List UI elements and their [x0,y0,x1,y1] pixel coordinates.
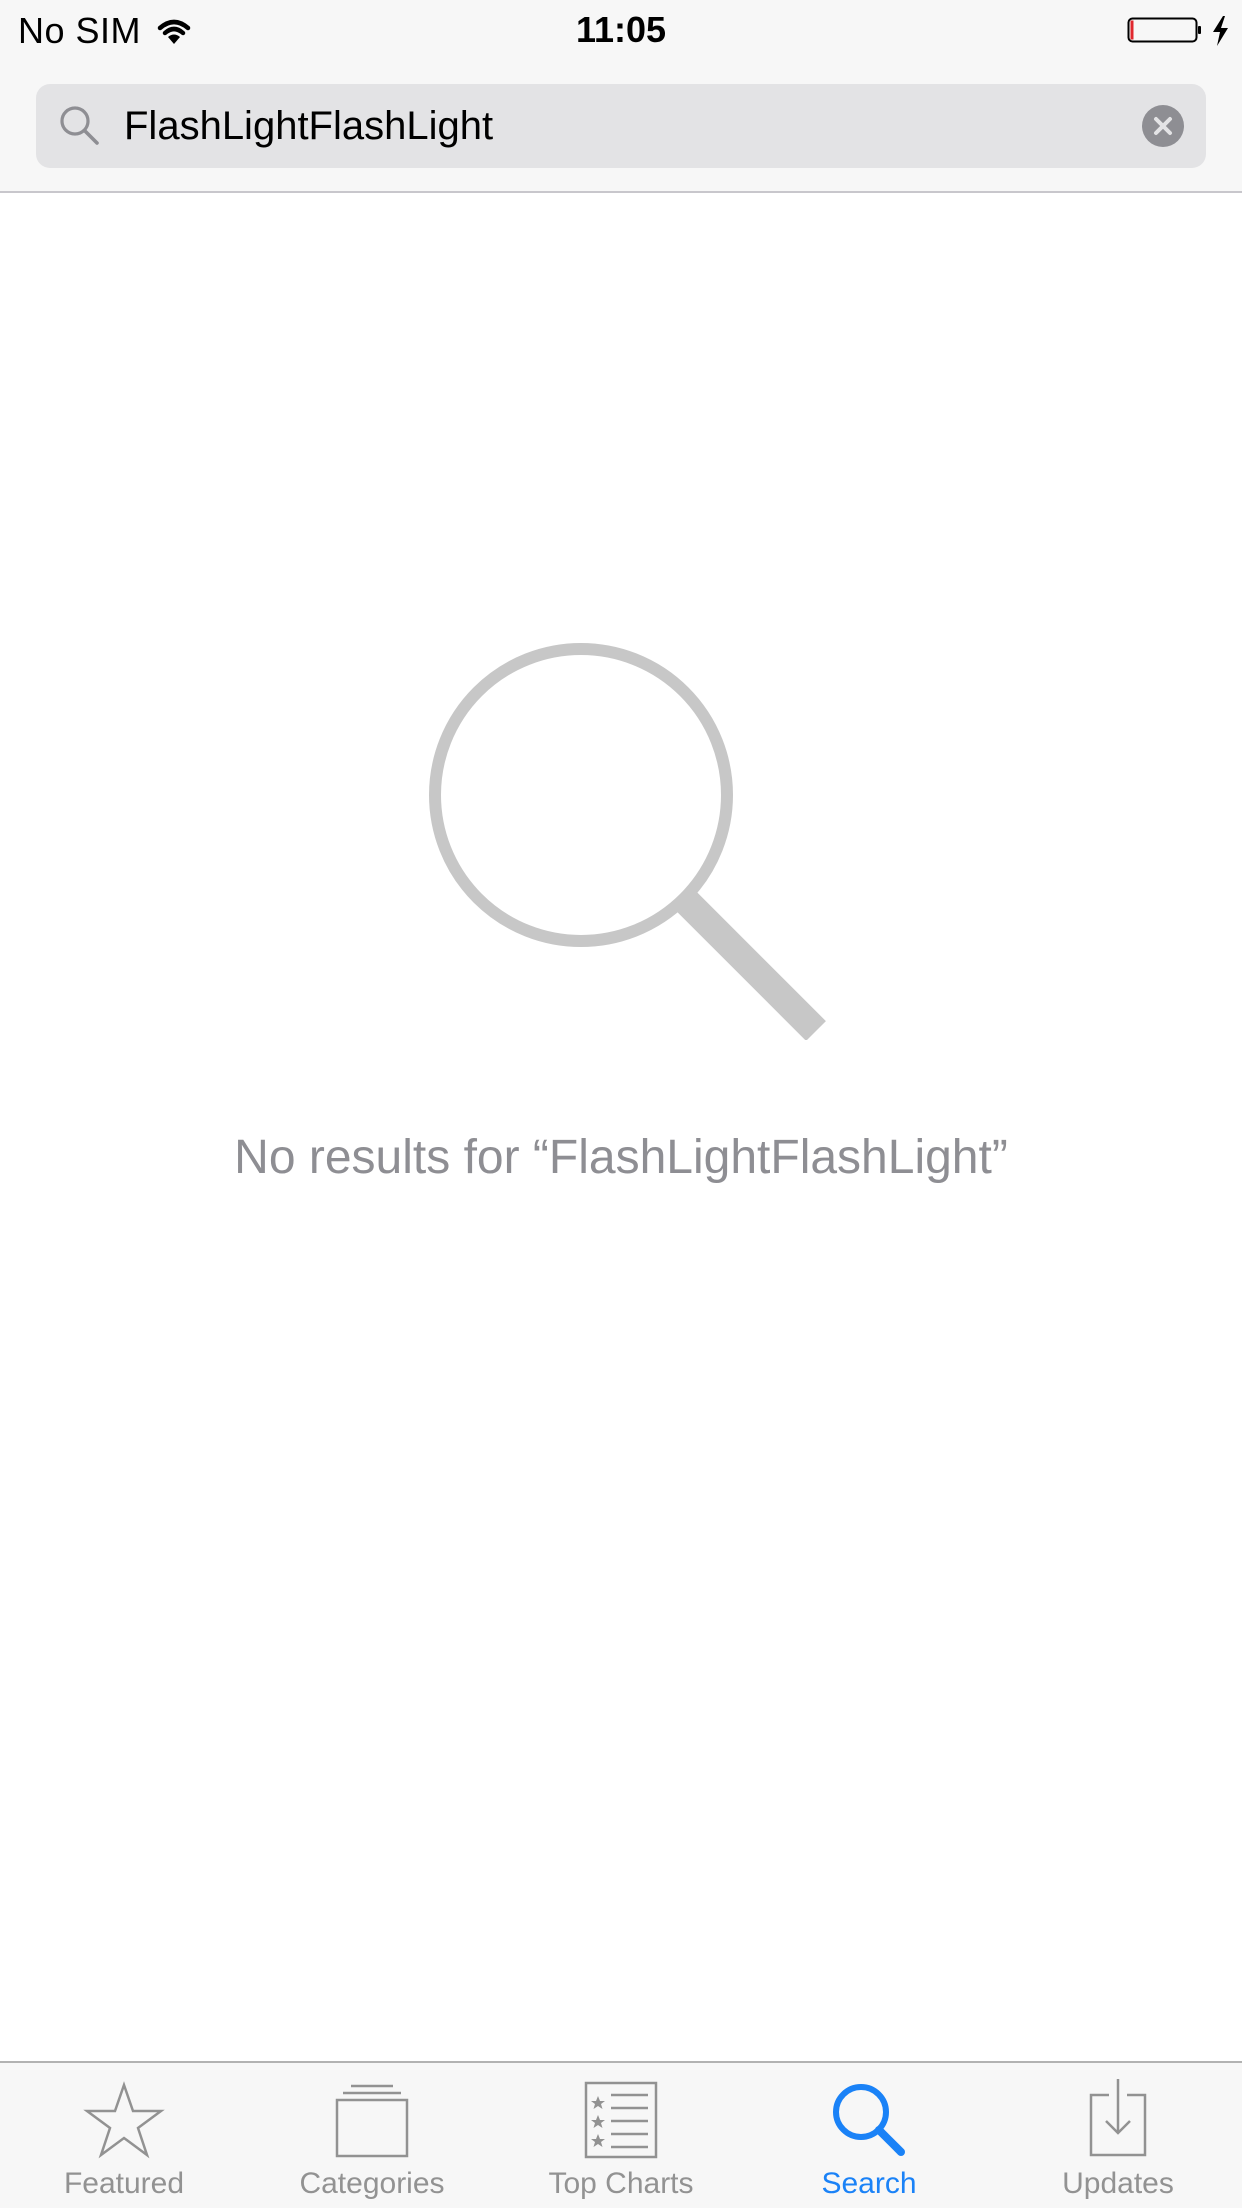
app-store-screen: No SIM 11:05 FlashLightFlashLight No res… [0,0,1242,2208]
clock: 11:05 [575,9,667,50]
search-icon [833,2084,905,2156]
bolt-icon [1213,16,1228,46]
clear-icon [1154,117,1172,135]
top-charts-icon [584,2081,658,2159]
no-results-message: No results for “FlashLightFlashLight” [234,1131,1008,1184]
search-header: FlashLightFlashLight [0,62,1242,193]
tab-label: Featured [63,2167,185,2200]
battery-icon [1127,16,1228,46]
tab-label: Updates [1062,2167,1174,2200]
star-icon [83,2081,165,2159]
tab-bar: Featured Categories Top Charts Search Up… [0,2061,1242,2208]
search-field[interactable]: FlashLightFlashLight [36,84,1206,168]
tab-label: Search [821,2167,917,2200]
magnifier-icon [429,643,826,1040]
tab-featured[interactable]: Featured [0,2063,248,2208]
search-input[interactable]: FlashLightFlashLight [124,84,493,168]
tab-label: Categories [299,2167,445,2200]
status-bar: No SIM 11:05 [0,0,1242,62]
updates-icon [1089,2079,1147,2157]
tab-updates[interactable]: Updates [994,2063,1242,2208]
tab-search[interactable]: Search [745,2063,993,2208]
search-icon [60,106,99,145]
clear-button[interactable] [1142,105,1184,147]
categories-icon [335,2084,409,2158]
tab-label: Top Charts [548,2167,694,2200]
tab-top-charts[interactable]: Top Charts [497,2063,745,2208]
tab-categories[interactable]: Categories [248,2063,496,2208]
